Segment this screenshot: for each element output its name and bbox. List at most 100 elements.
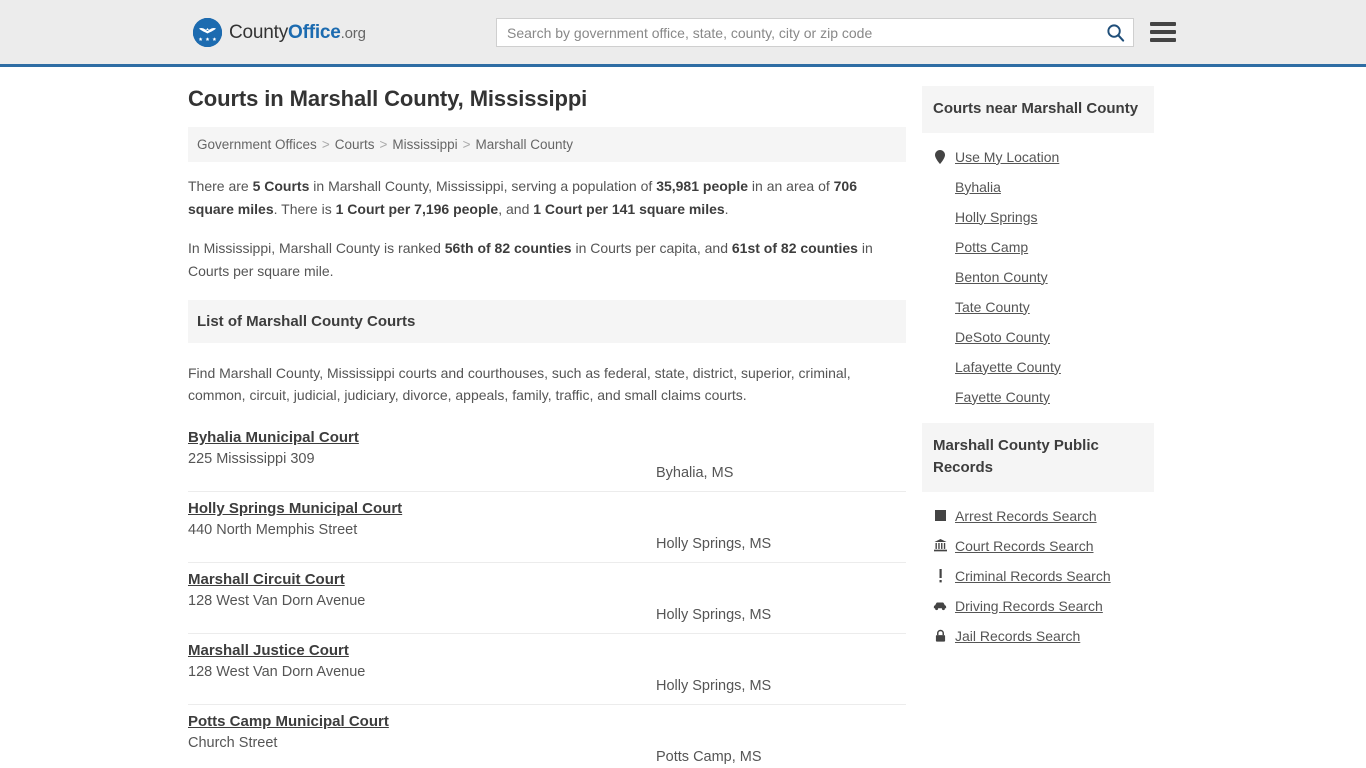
- page-title: Courts in Marshall County, Mississippi: [188, 86, 588, 111]
- content-container: Courts in Marshall County, Mississippi G…: [188, 67, 1178, 768]
- sidebar-link-label[interactable]: DeSoto County: [955, 329, 1050, 345]
- sidebar-item-tate-county[interactable]: Tate County: [922, 292, 1154, 322]
- hamburger-bar-2: [1150, 30, 1176, 34]
- table-row: Byhalia Municipal Court 225 Mississippi …: [188, 421, 906, 493]
- hamburger-menu-button[interactable]: [1150, 19, 1176, 45]
- spacer-icon: [933, 179, 947, 195]
- breadcrumb: Government Offices > Courts > Mississippi > Ma…: [188, 127, 906, 162]
- sidebar-item-holly-springs[interactable]: Holly Springs: [922, 202, 1154, 232]
- court-city: Byhalia, MS: [656, 465, 734, 482]
- sidebar-link-label[interactable]: Holly Springs: [955, 209, 1037, 225]
- search-box: [496, 18, 1134, 47]
- sidebar-item-court-records-search[interactable]: Court Records Search: [922, 531, 1154, 561]
- court-city: Holly Springs, MS: [656, 678, 772, 695]
- court-address: Church Street: [188, 735, 278, 752]
- court-link-marshall-circuit-court[interactable]: Marshall Circuit Court: [188, 571, 345, 588]
- breadcrumb-item-mississippi[interactable]: Mississippi: [392, 137, 457, 152]
- sidebar-public-records-links: Arrest Records Search Court Records Sear…: [922, 492, 1154, 651]
- sidebar-item-use-my-location[interactable]: Use My Location: [922, 142, 1154, 172]
- court-city: Holly Springs, MS: [656, 536, 772, 553]
- sidebar-item-lafayette-county[interactable]: Lafayette County: [922, 352, 1154, 382]
- sidebar-card-nearby-courts: Courts near Marshall County Use My Locat…: [922, 86, 1154, 412]
- site-header: CountyOffice.org: [0, 0, 1366, 67]
- courthouse-icon: [933, 538, 947, 554]
- intro-p1-b5: 1 Court per 141 square miles: [533, 200, 725, 217]
- sidebar-link-label[interactable]: Potts Camp: [955, 239, 1028, 255]
- intro-p1-t4: . There is: [273, 200, 336, 217]
- court-link-potts-camp-municipal-court[interactable]: Potts Camp Municipal Court: [188, 713, 389, 730]
- court-link-byhalia-municipal-court[interactable]: Byhalia Municipal Court: [188, 429, 359, 446]
- breadcrumb-separator-1: >: [321, 137, 330, 152]
- spacer-icon: [933, 299, 947, 315]
- sidebar-item-criminal-records-search[interactable]: Criminal Records Search: [922, 561, 1154, 591]
- sidebar-link-label[interactable]: Fayette County: [955, 389, 1050, 405]
- sidebar-link-label[interactable]: Byhalia: [955, 179, 1001, 195]
- intro-block: There are 5 Courts in Marshall County, M…: [188, 166, 906, 283]
- logo-part-county: County: [229, 21, 289, 43]
- court-detail: 225 Mississippi 309 Byhalia, MS: [188, 451, 906, 481]
- hamburger-bar-3: [1150, 38, 1176, 42]
- map-pin-icon: [933, 149, 947, 165]
- court-list-description: Find Marshall County, Mississippi courts…: [188, 364, 851, 404]
- search-input[interactable]: [497, 19, 1097, 46]
- site-logo[interactable]: CountyOffice.org: [193, 18, 366, 47]
- intro-p2-t2: in Courts per capita, and: [571, 240, 732, 257]
- court-address: 128 West Van Dorn Avenue: [188, 664, 366, 681]
- court-detail: 128 West Van Dorn Avenue Holly Springs, …: [188, 664, 906, 694]
- eagle-seal-svg: [193, 18, 222, 47]
- spacer-icon: [933, 239, 947, 255]
- search-button[interactable]: [1097, 19, 1133, 46]
- court-detail: 128 West Van Dorn Avenue Holly Springs, …: [188, 593, 906, 623]
- sidebar-heading-public-records: Marshall County Public Records: [922, 422, 1154, 492]
- table-row: Marshall Circuit Court 128 West Van Dorn…: [188, 563, 906, 635]
- page-body: Courts in Marshall County, Mississippi G…: [0, 67, 1366, 768]
- sidebar-item-arrest-records-search[interactable]: Arrest Records Search: [922, 501, 1154, 531]
- sidebar-item-potts-camp[interactable]: Potts Camp: [922, 232, 1154, 262]
- intro-paragraph-1: There are 5 Courts in Marshall County, M…: [188, 175, 906, 220]
- sidebar-link-label[interactable]: Tate County: [955, 299, 1030, 315]
- lock-icon: [933, 628, 947, 644]
- spacer-icon: [933, 209, 947, 225]
- sidebar-item-desoto-county[interactable]: DeSoto County: [922, 322, 1154, 352]
- court-address: 128 West Van Dorn Avenue: [188, 593, 366, 610]
- intro-p1-b1: 5 Courts: [252, 178, 310, 194]
- breadcrumb-item-courts[interactable]: Courts: [335, 137, 375, 152]
- court-list-heading: List of Marshall County Courts: [188, 299, 906, 343]
- court-list: Byhalia Municipal Court 225 Mississippi …: [188, 421, 906, 768]
- sidebar-link-label[interactable]: Jail Records Search: [955, 628, 1080, 644]
- breadcrumb-item-marshall-county: Marshall County: [475, 137, 574, 152]
- sidebar-link-label[interactable]: Driving Records Search: [955, 598, 1103, 614]
- court-link-holly-springs-municipal-court[interactable]: Holly Springs Municipal Court: [188, 500, 402, 517]
- spacer-icon: [933, 329, 947, 345]
- breadcrumb-item-government-offices[interactable]: Government Offices: [197, 137, 317, 152]
- breadcrumb-separator-2: >: [379, 137, 388, 152]
- sidebar-link-label[interactable]: Court Records Search: [955, 538, 1094, 554]
- sidebar-item-byhalia[interactable]: Byhalia: [922, 172, 1154, 202]
- sidebar-item-driving-records-search[interactable]: Driving Records Search: [922, 591, 1154, 621]
- sidebar-heading-nearby: Courts near Marshall County: [922, 86, 1154, 133]
- breadcrumb-separator-3: >: [462, 137, 471, 152]
- sidebar-card-public-records: Marshall County Public Records Arrest Re…: [922, 422, 1154, 651]
- sidebar-link-label[interactable]: Benton County: [955, 269, 1048, 285]
- court-city: Potts Camp, MS: [656, 749, 762, 766]
- sidebar-link-label[interactable]: Use My Location: [955, 149, 1059, 165]
- intro-paragraph-2: In Mississippi, Marshall County is ranke…: [188, 237, 906, 282]
- sidebar-link-label[interactable]: Arrest Records Search: [955, 508, 1097, 524]
- intro-p2-b1: 56th of 82 counties: [444, 240, 572, 257]
- logo-part-org: .org: [340, 24, 366, 42]
- sidebar-nearby-links: Use My Location Byhalia Holly Springs Po…: [922, 133, 1154, 412]
- spacer-icon: [933, 359, 947, 375]
- sidebar-link-label[interactable]: Criminal Records Search: [955, 568, 1111, 584]
- table-row: Potts Camp Municipal Court Church Street…: [188, 705, 906, 768]
- intro-p2-t1: In Mississippi, Marshall County is ranke…: [188, 240, 445, 257]
- sidebar-item-fayette-county[interactable]: Fayette County: [922, 382, 1154, 412]
- sidebar-item-jail-records-search[interactable]: Jail Records Search: [922, 621, 1154, 651]
- fingerprint-square-icon: [933, 508, 947, 524]
- hamburger-bar-1: [1150, 22, 1176, 26]
- spacer-icon: [933, 269, 947, 285]
- sidebar-item-benton-county[interactable]: Benton County: [922, 262, 1154, 292]
- court-address: 440 North Memphis Street: [188, 522, 358, 539]
- sidebar-link-label[interactable]: Lafayette County: [955, 359, 1061, 375]
- court-address: 225 Mississippi 309: [188, 451, 315, 468]
- court-link-marshall-justice-court[interactable]: Marshall Justice Court: [188, 642, 349, 659]
